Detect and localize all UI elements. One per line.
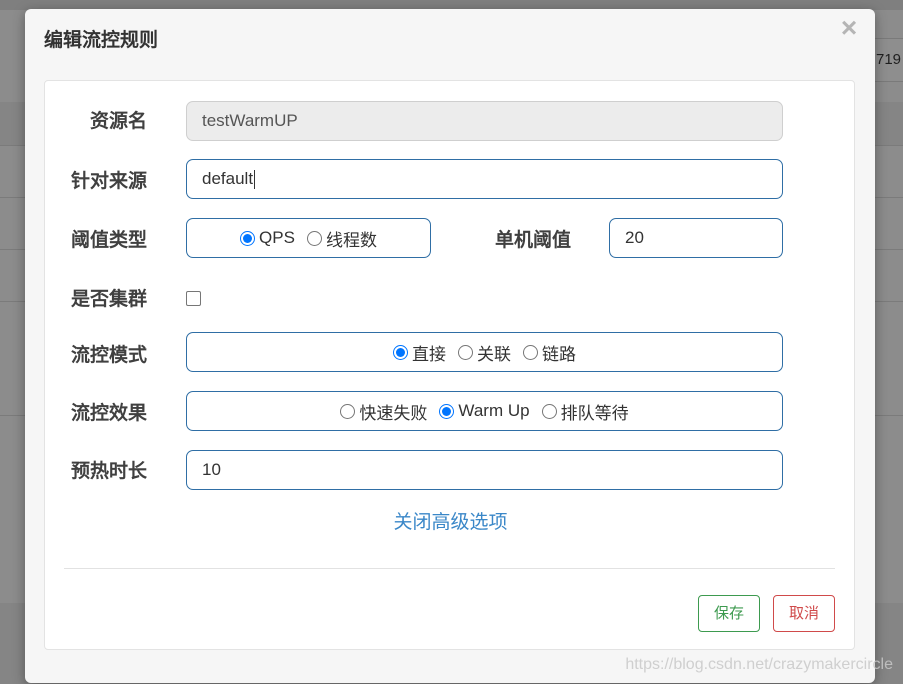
radio-direct-label: 直接 bbox=[412, 344, 446, 364]
radio-qps-label: QPS bbox=[259, 228, 295, 247]
control-behavior-label: 流控效果 bbox=[71, 403, 148, 424]
radio-fast-fail[interactable]: 快速失败 bbox=[340, 399, 427, 424]
warmup-period-label: 预热时长 bbox=[71, 461, 148, 482]
save-button[interactable]: 保存 bbox=[698, 595, 760, 632]
strategy-label: 流控模式 bbox=[71, 345, 148, 366]
radio-unselected-icon bbox=[541, 403, 557, 419]
resource-name-value: testWarmUP bbox=[202, 111, 298, 130]
radio-selected-icon bbox=[393, 344, 408, 360]
radio-unselected-icon bbox=[458, 344, 473, 360]
footer-divider bbox=[64, 568, 835, 569]
limit-app-label: 针对来源 bbox=[71, 171, 148, 192]
edit-flow-rule-dialog: 编辑流控规则 × 资源名 testWarmUP 针对来源 default 阈值类… bbox=[25, 9, 875, 683]
control-behavior-radio-group: 快速失败 Warm Up 排队等待 bbox=[186, 391, 783, 431]
dialog-title: 编辑流控规则 bbox=[44, 30, 159, 51]
threshold-type-radio-group: QPS 线程数 bbox=[186, 218, 431, 258]
threshold-input[interactable]: 20 bbox=[609, 218, 783, 258]
form-panel: 资源名 testWarmUP 针对来源 default 阈值类型 QPS 线程数… bbox=[44, 80, 855, 650]
radio-unselected-icon bbox=[340, 403, 356, 419]
radio-thread-count-label: 线程数 bbox=[325, 230, 377, 250]
radio-unselected-icon bbox=[523, 344, 538, 360]
cluster-checkbox[interactable] bbox=[186, 291, 201, 306]
radio-unselected-icon bbox=[306, 230, 322, 246]
limit-app-input[interactable]: default bbox=[186, 159, 783, 199]
radio-thread-count[interactable]: 线程数 bbox=[306, 226, 377, 251]
threshold-label: 单机阈值 bbox=[495, 230, 572, 251]
resource-name-input[interactable]: testWarmUP bbox=[186, 101, 783, 141]
radio-selected-icon bbox=[439, 403, 455, 419]
warmup-period-input[interactable]: 10 bbox=[186, 450, 783, 490]
radio-warm-up-label: Warm Up bbox=[458, 401, 530, 420]
radio-direct[interactable]: 直接 bbox=[393, 340, 446, 365]
watermark: https://blog.csdn.net/crazymakercircle bbox=[625, 656, 893, 673]
radio-warm-up[interactable]: Warm Up bbox=[439, 401, 530, 421]
radio-qps[interactable]: QPS bbox=[240, 228, 295, 248]
radio-chain[interactable]: 链路 bbox=[523, 340, 576, 365]
strategy-radio-group: 直接 关联 链路 bbox=[186, 332, 783, 372]
radio-queue[interactable]: 排队等待 bbox=[541, 399, 629, 424]
cancel-button[interactable]: 取消 bbox=[773, 595, 835, 632]
cluster-label: 是否集群 bbox=[71, 289, 148, 310]
radio-selected-icon bbox=[240, 230, 256, 246]
close-advanced-options-link[interactable]: 关闭高级选项 bbox=[45, 511, 856, 535]
close-icon[interactable]: × bbox=[837, 13, 861, 43]
threshold-type-label: 阈值类型 bbox=[71, 230, 148, 251]
radio-queue-label: 排队等待 bbox=[560, 403, 629, 423]
text-caret bbox=[254, 170, 256, 190]
radio-fast-fail-label: 快速失败 bbox=[359, 403, 428, 423]
limit-app-value: default bbox=[202, 169, 256, 190]
radio-chain-label: 链路 bbox=[542, 344, 576, 364]
radio-relate[interactable]: 关联 bbox=[458, 340, 511, 365]
warmup-period-value: 10 bbox=[202, 460, 221, 479]
threshold-value: 20 bbox=[625, 228, 644, 247]
radio-relate-label: 关联 bbox=[477, 344, 511, 364]
resource-name-label: 资源名 bbox=[90, 111, 148, 132]
